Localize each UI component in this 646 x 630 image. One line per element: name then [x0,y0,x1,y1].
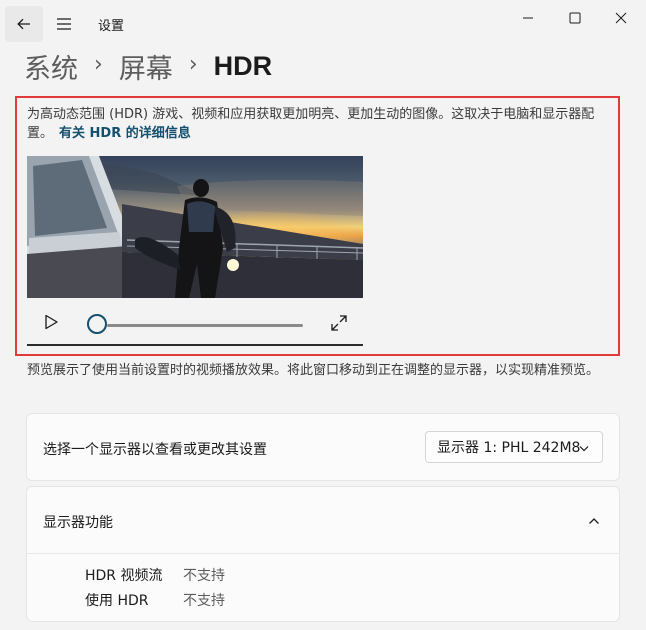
breadcrumb-separator: › [188,51,198,77]
capability-value: 不支持 [183,593,225,609]
hamburger-icon [57,18,71,30]
video-scene-image [27,156,363,298]
fullscreen-button[interactable] [329,313,349,333]
close-button[interactable] [601,6,641,30]
close-icon [615,12,627,24]
page-title: HDR [213,50,273,81]
maximize-button[interactable] [555,6,595,30]
capabilities-header[interactable]: 显示器功能 [27,487,619,554]
navigation-menu-button[interactable] [50,10,78,38]
capabilities-title: 显示器功能 [43,515,113,531]
hdr-preview-panel: 为高动态范围 (HDR) 游戏、视频和应用获取更加明亮、更加生动的图像。这取决于… [15,96,620,356]
preview-note: 预览展示了使用当前设置时的视频播放效果。将此窗口移动到正在调整的显示器，以实现精… [27,363,600,378]
app-title: 设置 [98,19,125,34]
hdr-description: 为高动态范围 (HDR) 游戏、视频和应用获取更加明亮、更加生动的图像。这取决于… [27,105,617,143]
video-controls [27,298,363,346]
display-dropdown-value: 显示器 1: PHL 242M8 [437,440,581,456]
display-dropdown[interactable]: 显示器 1: PHL 242M8 [425,431,603,463]
hdr-sample-video[interactable] [27,156,363,298]
breadcrumb: 系统 › 屏幕 › HDR [24,44,272,88]
display-capabilities-card: 显示器功能 HDR 视频流 不支持 使用 HDR 不支持 [26,486,620,622]
capability-name: HDR 视频流 [85,568,163,584]
back-arrow-icon [17,18,30,30]
maximize-icon [569,12,581,24]
capability-row: HDR 视频流 不支持 [85,565,225,585]
video-progress-track[interactable] [107,324,303,327]
breadcrumb-separator: › [94,51,103,77]
display-select-label: 选择一个显示器以查看或更改其设置 [43,442,267,458]
capability-name: 使用 HDR [85,593,149,609]
breadcrumb-item-display[interactable]: 屏幕 [119,47,173,86]
minimize-button[interactable] [508,6,548,30]
display-select-card: 选择一个显示器以查看或更改其设置 显示器 1: PHL 242M8 [26,413,620,481]
play-button[interactable] [41,312,61,332]
chevron-down-icon [579,446,589,452]
title-bar: 设置 [0,0,646,48]
breadcrumb-item-system[interactable]: 系统 [24,47,78,86]
expand-icon [331,315,347,331]
play-icon [45,314,58,330]
hdr-learn-more-link[interactable]: 有关 HDR 的详细信息 [59,126,191,141]
minimize-icon [523,17,533,19]
video-progress-thumb[interactable] [87,314,107,334]
capability-row: 使用 HDR 不支持 [85,590,225,610]
capability-value: 不支持 [183,568,225,584]
back-button[interactable] [5,6,43,42]
chevron-up-icon [589,518,599,524]
